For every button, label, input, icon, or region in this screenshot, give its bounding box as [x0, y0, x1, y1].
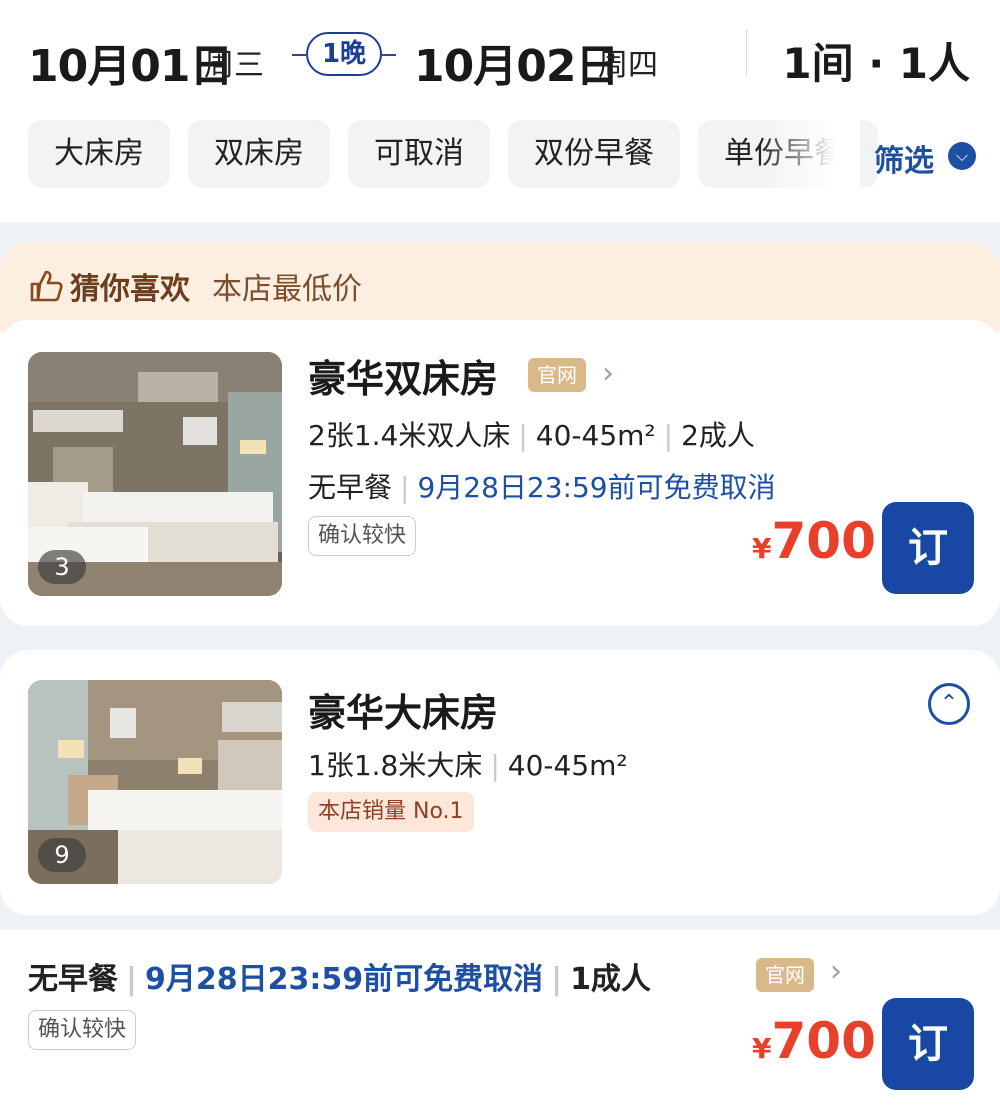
room1-specs: 2张1.4米双人床 | 40-45m² | 2成人: [308, 419, 755, 452]
rate-price: ¥700: [752, 1012, 876, 1070]
room2-photo[interactable]: 9: [28, 680, 282, 884]
filter-chip-twin-bed[interactable]: 双床房: [188, 120, 330, 188]
rate-quick-confirm-tag: 确认较快: [28, 1010, 137, 1050]
room1-official-badge: 官网: [528, 358, 586, 392]
date-header: 10月01日 周三 1晚 10月02日 周四 1间 · 1人 大床房 双床房 可…: [0, 0, 1000, 222]
header-divider: [746, 30, 747, 76]
room1-price: ¥700: [752, 512, 876, 570]
rate-book-button[interactable]: 订: [882, 998, 974, 1090]
filter-chip-king-bed[interactable]: 大床房: [28, 120, 170, 188]
room2-specs: 1张1.8米大床 | 40-45m²: [308, 749, 628, 782]
recommend-subtitle: 本店最低价: [212, 272, 362, 307]
recommend-card: 猜你喜欢 本店最低价 3 豪华双床房 官网 › 2张1.4米双人床 | 40-4…: [0, 242, 1000, 626]
room2-area: 40-45m²: [507, 749, 628, 782]
nights-pill: 1晚: [306, 32, 382, 76]
room1-quick-confirm-tag: 确认较快: [308, 516, 417, 556]
chevron-up-icon[interactable]: ⌃: [928, 683, 970, 725]
thumbs-up-icon: [30, 270, 63, 302]
chevron-right-icon[interactable]: ›: [830, 954, 842, 989]
filter-chip-cancellable[interactable]: 可取消: [348, 120, 490, 188]
nights-line-left: [292, 54, 306, 56]
room2-photo-count: 9: [38, 838, 86, 872]
chevron-right-icon[interactable]: ›: [602, 356, 614, 391]
room1-cancel-policy: 9月28日23:59前可免费取消: [417, 471, 776, 504]
rate-occupancy: 1成人: [570, 962, 651, 997]
checkin-date[interactable]: 10月01日: [28, 30, 233, 94]
chip-scroll-fade: [760, 120, 860, 188]
room2-name: 豪华大床房: [308, 691, 499, 735]
rate-official-badge: 官网: [756, 958, 814, 992]
checkin-weekday: 周三: [204, 48, 264, 83]
recommend-title: 猜你喜欢: [70, 272, 190, 307]
room1-photo-count: 3: [38, 550, 86, 584]
room1-occupancy: 2成人: [681, 419, 755, 452]
recommend-header: 猜你喜欢 本店最低价: [0, 242, 1000, 332]
room2-bed: 1张1.8米大床: [308, 749, 483, 782]
filter-chip-double-breakfast[interactable]: 双份早餐: [508, 120, 680, 188]
room2-bestseller-tag: 本店销量 No.1: [308, 792, 474, 832]
room1-name: 豪华双床房: [308, 357, 499, 401]
room1-bed: 2张1.4米双人床: [308, 419, 511, 452]
rate-cancel-policy: 9月28日23:59前可免费取消: [144, 962, 544, 997]
room1-photo[interactable]: 3: [28, 352, 282, 596]
room2-rate-row[interactable]: 无早餐 | 9月28日23:59前可免费取消 | 1成人 官网 › 确认较快 ¥700 …: [0, 930, 1000, 1107]
room1-area: 40-45m²: [535, 419, 656, 452]
room1-card[interactable]: 3 豪华双床房 官网 › 2张1.4米双人床 | 40-45m² | 2成人 无早餐 | 9…: [0, 320, 1000, 626]
nights-line-right: [382, 54, 396, 56]
checkout-date[interactable]: 10月02日: [414, 30, 619, 94]
room1-policy: 无早餐 | 9月28日23:59前可免费取消: [308, 471, 776, 504]
room1-breakfast: 无早餐: [308, 471, 393, 504]
chevron-down-icon[interactable]: ⌵: [948, 142, 976, 170]
room2-card[interactable]: 9 豪华大床房 1张1.8米大床 | 40-45m² 本店销量 No.1: [0, 650, 1000, 915]
filter-button[interactable]: 筛选: [874, 136, 934, 180]
checkout-weekday: 周四: [598, 48, 658, 83]
rate-policy: 无早餐 | 9月28日23:59前可免费取消 | 1成人: [28, 962, 651, 997]
room1-book-button[interactable]: 订: [882, 502, 974, 594]
rooms-guests-selector[interactable]: 1间 · 1人: [782, 30, 970, 91]
rate-breakfast: 无早餐: [28, 962, 118, 997]
